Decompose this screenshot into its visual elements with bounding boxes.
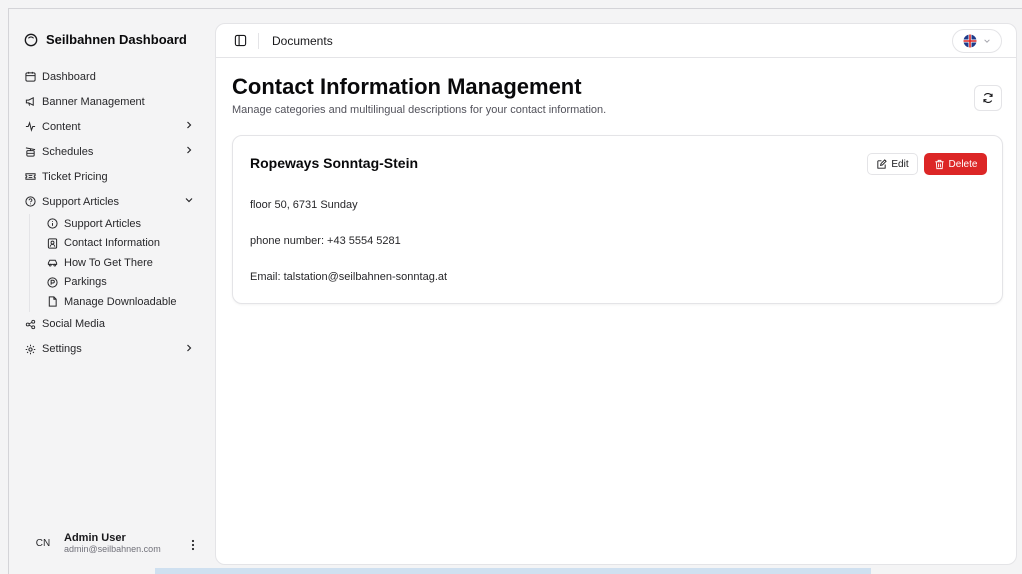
sidebar-subitem-manage-downloadable[interactable]: Manage Downloadable: [42, 292, 204, 312]
chevron-right-icon: [187, 121, 192, 129]
sidebar-item-ticket-pricing[interactable]: Ticket Pricing: [24, 164, 204, 189]
sidebar-item-label: Manage Downloadable: [64, 295, 177, 308]
trash-icon: [934, 159, 944, 169]
user-email: admin@seilbahnen.com: [64, 544, 161, 554]
sidebar-brand[interactable]: Seilbahnen Dashboard: [24, 32, 187, 47]
sidebar-item-support-articles[interactable]: Support Articles: [24, 189, 204, 214]
megaphone-icon: [24, 96, 36, 108]
sidebar-item-content[interactable]: Content: [24, 114, 204, 139]
sidebar-item-label: Parkings: [64, 276, 107, 289]
sidebar-subitem-contact-information[interactable]: Contact Information: [42, 234, 204, 254]
sidebar-subitem-support-articles[interactable]: Support Articles: [42, 214, 204, 234]
page-title: Contact Information Management: [232, 74, 582, 99]
sidebar-item-label: How To Get There: [64, 256, 153, 269]
sidebar-item-label: Dashboard: [42, 70, 96, 83]
activity-icon: [24, 121, 36, 133]
more-vertical-icon[interactable]: [188, 538, 198, 552]
page-subtitle: Manage categories and multilingual descr…: [232, 104, 607, 116]
main-panel: Documents Contact Information Management…: [215, 23, 1017, 565]
user-name: Admin User: [64, 532, 126, 544]
sidebar-submenu: Support Articles Contact Information How…: [29, 214, 204, 312]
sidebar-item-schedules[interactable]: Schedules: [24, 139, 204, 164]
sidebar-nav: Dashboard Banner Management Content Sche…: [24, 64, 204, 362]
edit-label: Edit: [891, 158, 909, 170]
sidebar-subitem-parkings[interactable]: Parkings: [42, 273, 204, 293]
sidebar-item-label: Social Media: [42, 318, 105, 330]
cable-car-icon: [24, 146, 36, 158]
refresh-icon: [983, 93, 993, 103]
chevron-right-icon: [187, 146, 192, 154]
user-profile[interactable]: CN Admin User admin@seilbahnen.com: [32, 532, 161, 554]
logo-icon: [24, 33, 38, 46]
info-icon: [46, 218, 58, 230]
edit-button[interactable]: Edit: [867, 153, 918, 175]
chevron-down-icon: [984, 39, 990, 43]
contact-address: floor 50, 6731 Sunday: [250, 199, 358, 211]
uk-flag-icon: [963, 34, 977, 48]
delete-button[interactable]: Delete: [924, 153, 987, 175]
sidebar-subitem-how-to-get-there[interactable]: How To Get There: [42, 253, 204, 273]
sidebar-item-label: Support Articles: [64, 217, 142, 230]
sidebar-item-label: Schedules: [42, 145, 94, 158]
card-title: Ropeways Sonntag-Stein: [250, 155, 419, 171]
parking-icon: [46, 276, 58, 288]
car-icon: [46, 257, 58, 269]
divider: [258, 33, 259, 49]
top-bar: Documents: [216, 24, 1016, 58]
file-icon: [46, 296, 58, 308]
sidebar-item-banner-management[interactable]: Banner Management: [24, 89, 204, 114]
sidebar-toggle-icon[interactable]: [234, 34, 247, 47]
sidebar-item-settings[interactable]: Settings: [24, 337, 204, 362]
sidebar-item-label: Support Articles: [42, 195, 120, 208]
contact-email: Email: talstation@seilbahnen-sonntag.at: [250, 271, 448, 283]
gear-icon: [24, 343, 36, 355]
delete-label: Delete: [948, 158, 978, 170]
breadcrumb[interactable]: Documents: [272, 34, 333, 48]
contact-card: Ropeways Sonntag-Stein Edit Delete floor…: [232, 135, 1003, 304]
language-selector[interactable]: [952, 29, 1002, 53]
sidebar-item-dashboard[interactable]: Dashboard: [24, 64, 204, 89]
calendar-icon: [24, 71, 36, 83]
horizontal-scrollbar[interactable]: [155, 568, 871, 574]
chevron-right-icon: [187, 344, 192, 351]
ticket-icon: [24, 171, 36, 183]
refresh-button[interactable]: [974, 85, 1002, 111]
sidebar-item-label: Banner Management: [42, 95, 145, 108]
contact-icon: [46, 237, 58, 249]
brand-title: Seilbahnen Dashboard: [46, 32, 187, 47]
contact-phone: phone number: +43 5554 5281: [250, 235, 401, 247]
help-circle-icon: [24, 196, 36, 208]
sidebar-item-label: Contact Information: [64, 237, 160, 250]
chevron-down-icon: [185, 198, 193, 203]
sidebar-item-social-media[interactable]: Social Media: [24, 312, 204, 337]
edit-icon: [877, 158, 888, 169]
share-icon: [24, 318, 36, 330]
sidebar-item-label: Content: [42, 120, 81, 133]
sidebar-item-label: Settings: [42, 343, 82, 355]
avatar: CN: [32, 532, 54, 554]
sidebar-item-label: Ticket Pricing: [42, 170, 108, 183]
